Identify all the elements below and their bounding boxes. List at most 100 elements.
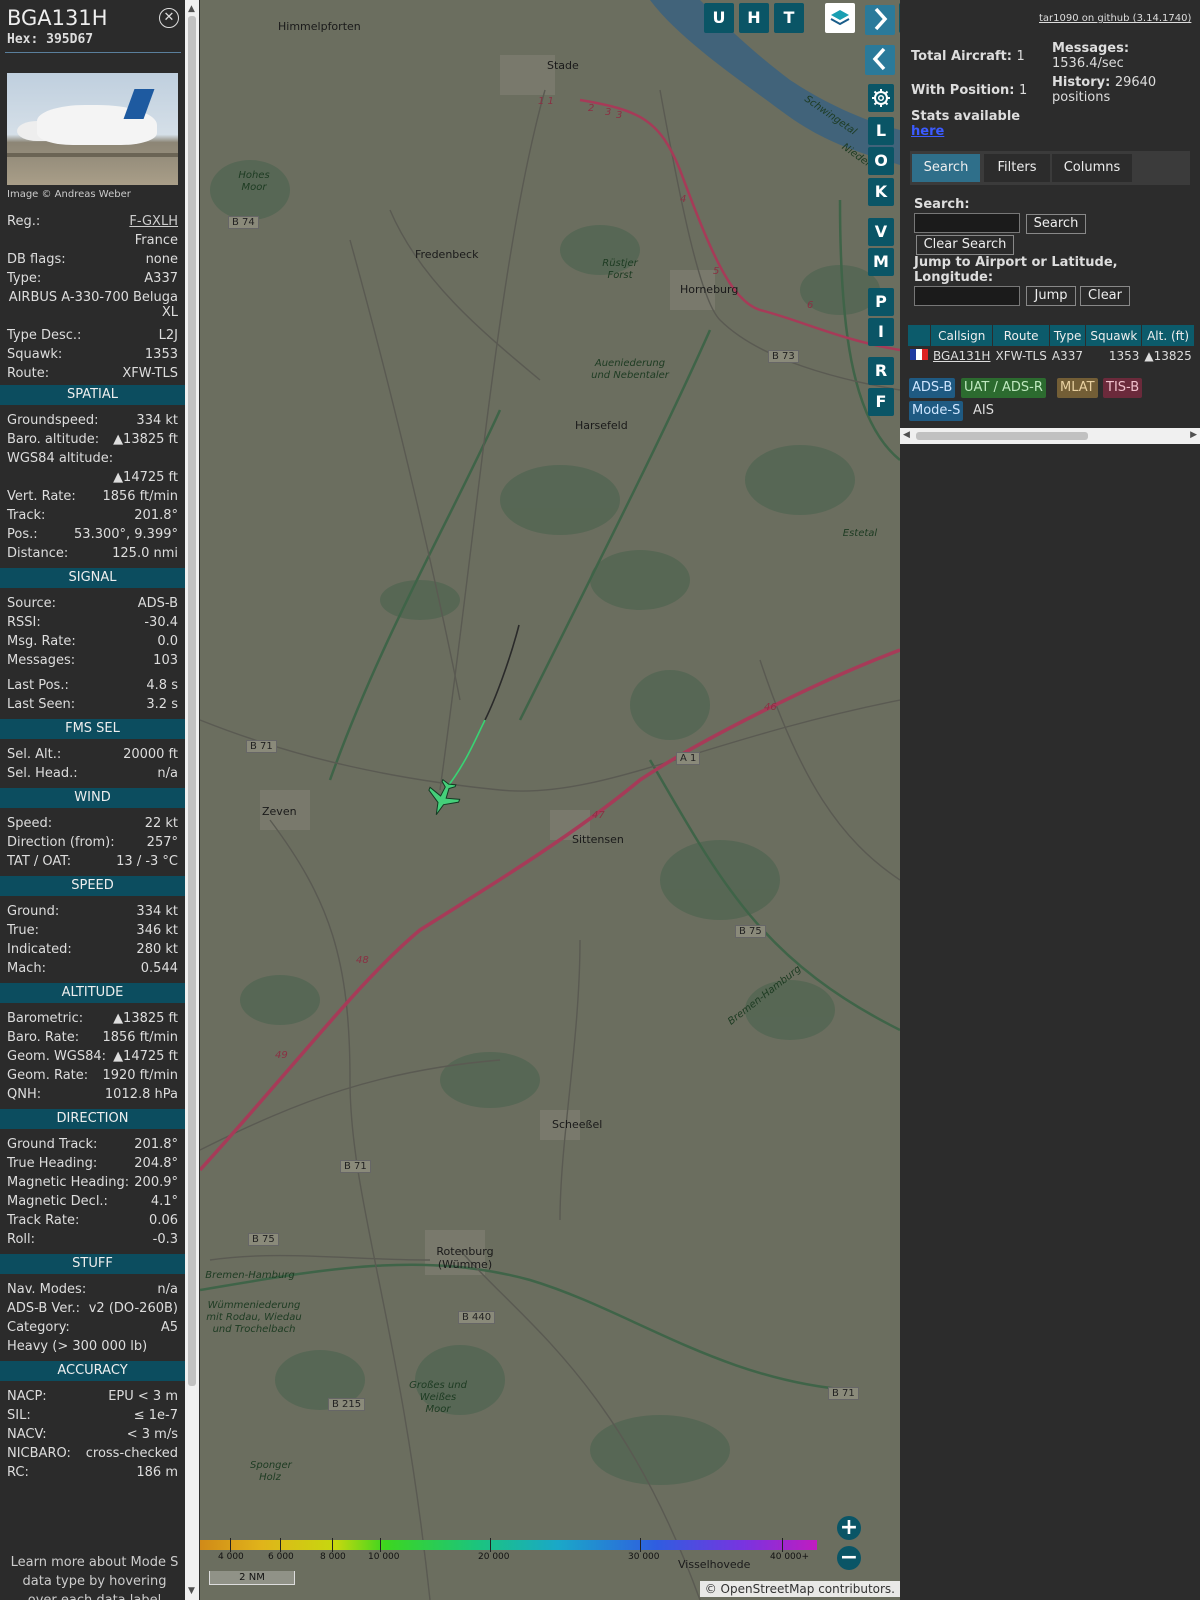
column-header[interactable]: Callsign [931, 325, 993, 346]
tab-search[interactable]: Search [912, 154, 980, 182]
source-badge[interactable]: ADS-B [909, 378, 956, 398]
jump-button[interactable]: Jump [1026, 286, 1076, 306]
scrollbar-thumb[interactable] [188, 16, 196, 1386]
attribution: © OpenStreetMap contributors. [699, 1581, 900, 1597]
source-badge[interactable]: UAT / ADS-R [961, 378, 1046, 398]
map-button-v[interactable]: V [868, 218, 894, 246]
map-button-k[interactable]: K [868, 178, 894, 206]
flag-france-icon [910, 349, 928, 360]
search-label: Search: [914, 197, 970, 212]
button-t[interactable]: T [774, 3, 804, 33]
with-position-value: 1 [1019, 83, 1028, 98]
info-label: Sel. Alt.: [7, 747, 62, 762]
info-label: Roll: [7, 1232, 36, 1247]
map-button-m[interactable]: M [868, 248, 894, 276]
sidebar-scrollbar[interactable]: ▲ ▼ [185, 0, 199, 1600]
search-button[interactable]: Search [1026, 214, 1086, 234]
info-value: XL [161, 305, 178, 320]
scroll-right-icon[interactable]: ▶ [1190, 430, 1197, 440]
close-icon[interactable]: ✕ [159, 8, 179, 28]
panel-tabs: Search Filters Columns [910, 151, 1190, 185]
map-button-o[interactable]: O [868, 147, 894, 175]
aircraft-info-panel: BGA131H ✕ Hex: 395D67 Image © Andreas We… [0, 0, 185, 1600]
map-button-l[interactable]: L [868, 117, 894, 145]
source-badge[interactable]: AIS [970, 401, 997, 421]
stats-link[interactable]: here [911, 124, 944, 139]
map-button-p[interactable]: P [868, 288, 894, 316]
hscrollbar-thumb[interactable] [916, 432, 1088, 440]
scroll-left-icon[interactable]: ◀ [903, 430, 910, 440]
info-value: France [134, 233, 178, 248]
scroll-down-icon[interactable]: ▼ [188, 1586, 195, 1596]
history-label: History: [1052, 75, 1111, 90]
collapse-panel-button[interactable] [865, 45, 895, 75]
gear-icon [872, 89, 890, 107]
info-row: Ground Track: 201.8° [7, 1136, 178, 1154]
source-badge[interactable]: Mode-S [909, 401, 964, 421]
info-label: Last Pos.: [7, 678, 69, 693]
tab-columns[interactable]: Columns [1052, 154, 1132, 182]
column-header[interactable] [908, 325, 930, 346]
info-label: Messages: [7, 653, 76, 668]
github-link[interactable]: tar1090 on github (3.14.1740) [1039, 13, 1191, 24]
button-u[interactable]: U [704, 3, 734, 33]
info-label: Heavy (> 300 000 lb) [7, 1339, 148, 1354]
source-badge[interactable]: MLAT [1057, 378, 1098, 398]
scroll-up-icon[interactable]: ▲ [188, 4, 195, 14]
info-value: 13 / -3 °C [116, 854, 178, 869]
info-value[interactable]: F-GXLH [129, 213, 178, 231]
settings-button[interactable] [868, 84, 894, 112]
column-header[interactable]: Alt. (ft) [1142, 325, 1194, 346]
info-label: Indicated: [7, 942, 72, 957]
info-row: Speed: 22 kt [7, 815, 178, 833]
table-row[interactable]: BGA131H XFW-TLS A337 1353 ▲13825 [908, 347, 1194, 365]
info-row: Pos.: 53.300°, 9.399° [7, 526, 178, 544]
scale-bar: 2 NM [209, 1571, 295, 1585]
table-horizontal-scrollbar[interactable]: ◀ ▶ [900, 428, 1200, 444]
road-label: 5 [713, 266, 720, 277]
info-label: DB flags: [7, 252, 66, 267]
map-button-f[interactable]: F [868, 388, 894, 416]
info-row: DB flags: none [7, 251, 178, 269]
column-header[interactable]: Type [1049, 325, 1086, 346]
altitude-tick-label: 4 000 [218, 1552, 244, 1562]
place-label: Stade [547, 59, 579, 72]
expand-panel-button[interactable] [865, 5, 895, 35]
tab-filters[interactable]: Filters [984, 154, 1050, 182]
info-value: ▲14725 ft [113, 470, 178, 485]
info-row: Sel. Alt.: 20000 ft [7, 746, 178, 764]
zoom-in-button[interactable]: + [837, 1516, 861, 1540]
info-label: Track: [7, 508, 46, 523]
road-label: B 71 [246, 740, 277, 753]
road-label: B 74 [228, 216, 259, 229]
map-button-i[interactable]: I [868, 318, 894, 346]
info-label: TAT / OAT: [7, 854, 72, 869]
jump-input[interactable] [914, 286, 1020, 306]
info-label: Geom. WGS84: [7, 1049, 107, 1064]
stats-label: Stats available [911, 109, 1021, 124]
info-row: QNH: 1012.8 hPa [7, 1086, 178, 1104]
info-label: Mach: [7, 961, 46, 976]
map[interactable]: Himmelpforten Stade Fredenbeck Horneburg Har… [200, 0, 900, 1600]
jump-label: Jump to Airport or Latitude, Longitude: [914, 255, 1118, 285]
autobahn-a1 [200, 648, 900, 1172]
clear-button[interactable]: Clear [1080, 286, 1130, 306]
info-value: 346 kt [136, 923, 178, 938]
clear-search-button[interactable]: Clear Search [916, 235, 1014, 255]
footer-note: Learn more about Mode S data type by hov… [10, 1555, 179, 1600]
info-label: Geom. Rate: [7, 1068, 89, 1083]
cell-callsign[interactable]: BGA131H [931, 347, 993, 365]
search-input[interactable] [914, 213, 1020, 233]
aircraft-photo[interactable] [7, 73, 178, 185]
info-value: 22 kt [144, 816, 178, 831]
zoom-out-button[interactable]: − [837, 1546, 861, 1570]
column-header[interactable]: Squawk [1086, 325, 1142, 346]
button-h[interactable]: H [739, 3, 769, 33]
column-header[interactable]: Route [993, 325, 1049, 346]
map-button-r[interactable]: R [868, 357, 894, 385]
layers-button[interactable] [825, 3, 855, 33]
with-position-label: With Position: [911, 83, 1015, 98]
info-row: NICBARO: cross-checked [7, 1445, 178, 1463]
source-badge[interactable]: TIS-B [1103, 378, 1143, 398]
area-label: Hohes Moor [238, 170, 270, 193]
